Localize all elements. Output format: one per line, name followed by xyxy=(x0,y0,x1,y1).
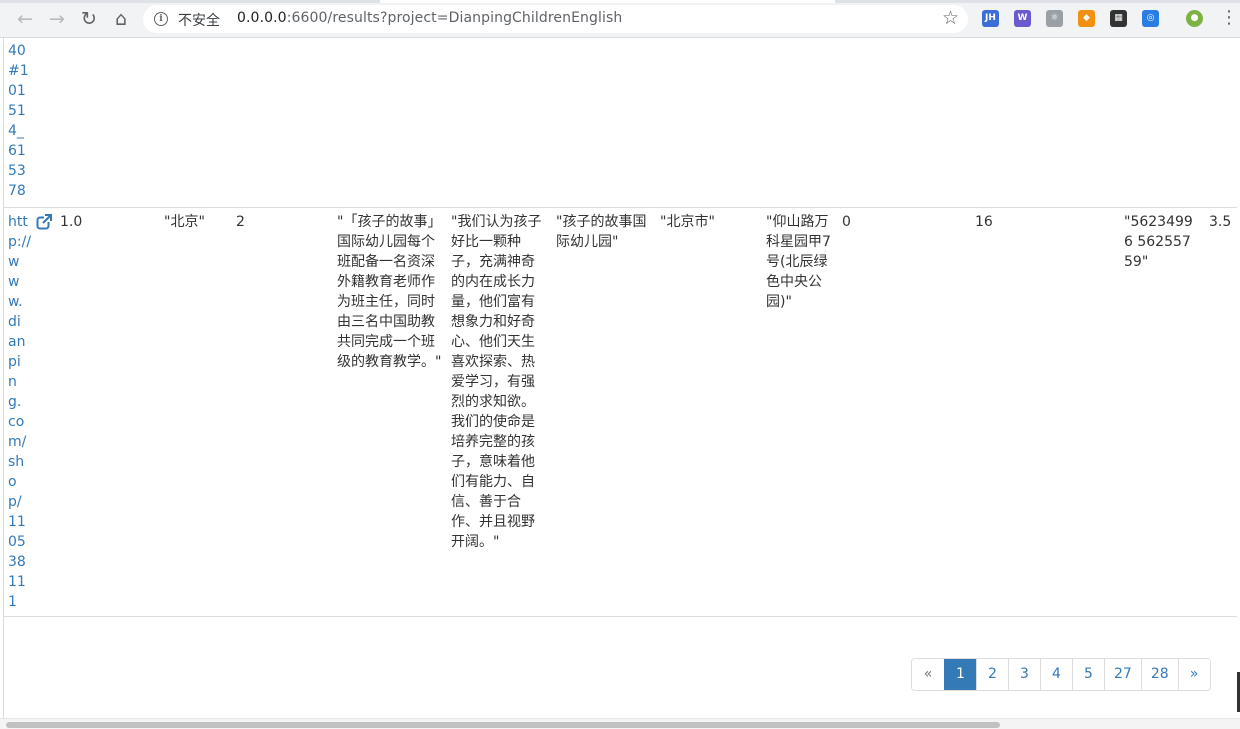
cell-rating: 3.5 xyxy=(1209,214,1232,230)
cell-zero: 0 xyxy=(842,214,851,230)
pagination-page-5[interactable]: 5 xyxy=(1072,659,1104,690)
row-divider xyxy=(4,616,1237,617)
url-fragment[interactable]: w xyxy=(8,272,35,292)
url-fragment[interactable]: 53 xyxy=(8,161,35,181)
security-label[interactable]: 不安全 xyxy=(178,10,220,30)
prev-row-url-link[interactable]: 40 #1 01 51 4_ 61 53 78 xyxy=(8,41,35,201)
horizontal-scrollbar[interactable] xyxy=(0,718,1240,729)
pagination-page-27[interactable]: 27 xyxy=(1104,659,1141,690)
url-fragment[interactable]: 61 xyxy=(8,141,35,161)
url-fragment[interactable]: w xyxy=(8,252,35,272)
url-fragment[interactable]: g. xyxy=(8,392,35,412)
cell-name: "孩子的故事国际幼儿园" xyxy=(556,214,647,250)
url-text[interactable]: 0.0.0.0:6600/results?project=DianpingChi… xyxy=(237,10,622,26)
url-path: :6600/results?project=DianpingChildrenEn… xyxy=(286,10,623,26)
cell-sixteen: 16 xyxy=(975,214,993,230)
info-icon[interactable]: i xyxy=(154,12,168,26)
pagination-prev[interactable]: « xyxy=(912,659,944,690)
cell-count: 2 xyxy=(236,214,245,230)
extension-icon[interactable]: JH xyxy=(982,10,999,27)
extension-icon[interactable]: ◎ xyxy=(1142,10,1159,27)
extension-icon[interactable]: ⚛ xyxy=(1046,10,1063,27)
url-fragment[interactable]: pi xyxy=(8,352,35,372)
url-fragment[interactable]: o xyxy=(8,472,35,492)
results-page: 40 #1 01 51 4_ 61 53 78 htt p://w w w. di an pi n g. co m… xyxy=(3,38,1237,718)
cell-city-full: "北京市" xyxy=(660,214,715,230)
url-fragment[interactable]: 05 xyxy=(8,532,35,552)
row-url-link[interactable]: htt p://w w w. di an pi n g. co m/sh o p/11 05 38 11 1 xyxy=(8,212,35,612)
bookmark-star-icon[interactable]: ☆ xyxy=(942,7,959,29)
cell-mission: "我们认为孩子好比一颗种子，充满神奇的内在成长力量，他们富有想象力和好奇心、他们… xyxy=(451,214,542,550)
forward-arrow-icon[interactable]: → xyxy=(45,7,69,31)
url-fragment[interactable]: 01 xyxy=(8,81,35,101)
cell-score: 1.0 xyxy=(60,214,83,230)
pagination-page-3[interactable]: 3 xyxy=(1008,659,1040,690)
url-fragment[interactable]: di xyxy=(8,312,35,332)
url-fragment[interactable]: 51 xyxy=(8,101,35,121)
extension-icon[interactable]: ● xyxy=(1186,10,1203,27)
url-fragment[interactable]: co xyxy=(8,412,35,432)
url-fragment[interactable]: 11 xyxy=(8,512,35,532)
back-arrow-icon[interactable]: ← xyxy=(13,7,37,31)
horizontal-scroll-thumb[interactable] xyxy=(6,722,1000,728)
url-fragment[interactable]: p:// xyxy=(8,232,35,252)
cell-address: "仰山路万科星园甲7号(北辰绿色中央公园)" xyxy=(766,214,831,310)
url-fragment[interactable]: 40 xyxy=(8,41,35,61)
external-link-icon[interactable] xyxy=(36,214,52,230)
url-fragment[interactable]: n xyxy=(8,372,35,392)
url-fragment[interactable]: 11 xyxy=(8,572,35,592)
extension-icon[interactable]: ◆ xyxy=(1078,10,1095,27)
pagination-page-2[interactable]: 2 xyxy=(976,659,1008,690)
pagination-page-4[interactable]: 4 xyxy=(1040,659,1072,690)
extension-icon[interactable]: W xyxy=(1014,10,1031,27)
pagination-page-1[interactable]: 1 xyxy=(944,659,976,690)
url-fragment[interactable]: m/ xyxy=(8,432,35,452)
url-fragment[interactable]: w. xyxy=(8,292,35,312)
cell-city: "北京" xyxy=(164,214,205,230)
home-icon[interactable]: ⌂ xyxy=(109,7,133,31)
browser-toolbar: ← → ↻ ⌂ i 不安全 0.0.0.0:6600/results?proje… xyxy=(0,0,1240,38)
url-fragment[interactable]: an xyxy=(8,332,35,352)
row-divider xyxy=(4,207,1237,208)
pagination-next[interactable]: » xyxy=(1177,659,1210,690)
url-fragment[interactable]: htt xyxy=(8,212,35,232)
url-fragment[interactable]: 78 xyxy=(8,181,35,201)
reload-icon[interactable]: ↻ xyxy=(77,7,101,31)
url-fragment[interactable]: 4_ xyxy=(8,121,35,141)
cell-phone: "56234996 56255759" xyxy=(1124,214,1193,270)
extension-icon[interactable]: ▦ xyxy=(1110,10,1127,27)
url-fragment[interactable]: #1 xyxy=(8,61,35,81)
address-bar[interactable]: i 不安全 0.0.0.0:6600/results?project=Dianp… xyxy=(143,5,968,33)
url-fragment[interactable]: 38 xyxy=(8,552,35,572)
cell-intro: "「孩子的故事」国际幼儿园每个班配备一名资深外籍教育老师作为班主任，同时由三名中… xyxy=(337,214,442,370)
pagination-page-28[interactable]: 28 xyxy=(1140,659,1178,690)
url-fragment[interactable]: 1 xyxy=(8,592,35,612)
browser-menu-icon[interactable]: ⋮ xyxy=(1220,8,1238,28)
pagination: «1 2 3 4 5 27 28» xyxy=(911,658,1211,691)
tab-strip-edge xyxy=(0,0,1240,3)
url-fragment[interactable]: p/ xyxy=(8,492,35,512)
url-fragment[interactable]: sh xyxy=(8,452,35,472)
url-host: 0.0.0.0 xyxy=(237,10,287,26)
